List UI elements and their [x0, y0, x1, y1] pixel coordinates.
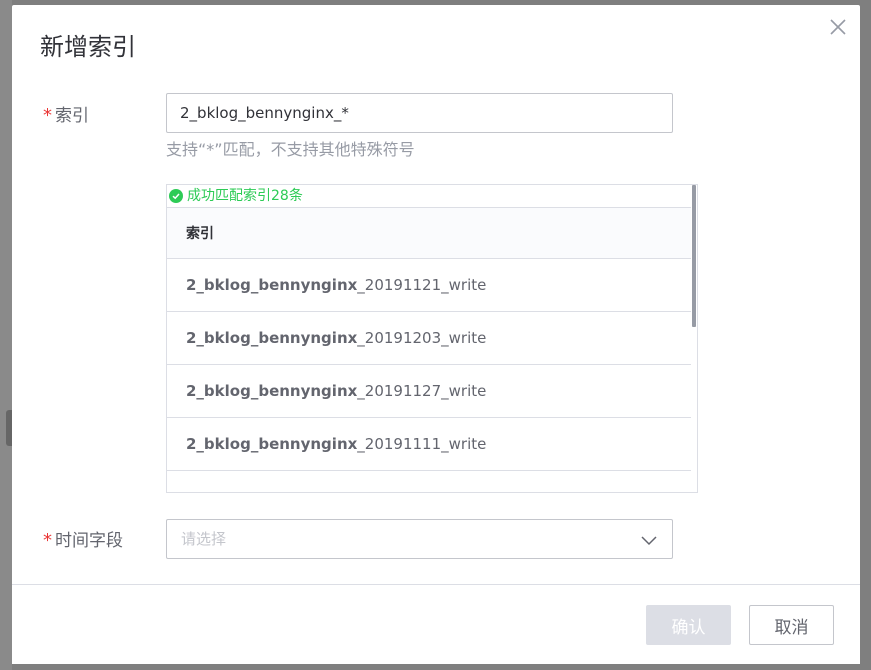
table-row: 2_bklog_bennynginx_20191203_write	[167, 312, 691, 365]
match-status-text: 成功匹配索引28条	[187, 188, 303, 204]
check-circle-icon	[169, 189, 183, 203]
match-results-box[interactable]: 成功匹配索引28条 索引 2_bklog_bennynginx_20191121…	[166, 184, 698, 493]
index-input[interactable]	[166, 93, 673, 133]
table-row: 2_bklog_bennynginx_20191111_write	[167, 418, 691, 471]
time-label-text: 时间字段	[55, 531, 123, 551]
cancel-button[interactable]: 取消	[749, 605, 834, 645]
match-status: 成功匹配索引28条	[167, 185, 697, 207]
new-index-dialog: 新增索引 *索引 支持“*”匹配，不支持其他特殊符号 成功匹配索引28条 索引 …	[12, 5, 860, 664]
close-icon[interactable]	[828, 17, 848, 37]
time-field-label: * 时间字段	[43, 526, 123, 551]
match-table: 索引 2_bklog_bennynginx_20191121_write 2_b…	[167, 207, 691, 492]
table-row: 2_bklog_bennynginx_20191121_write	[167, 259, 691, 312]
index-label-text: 索引	[55, 106, 89, 126]
index-hint: 支持“*”匹配，不支持其他特殊符号	[166, 140, 415, 159]
index-field-label: * 索引	[43, 101, 89, 126]
table-row: 2_bklog_bennynginx_20191127_write	[167, 365, 691, 418]
confirm-button[interactable]: 确认	[646, 605, 731, 645]
dialog-footer: 确认 取消	[12, 584, 860, 664]
required-mark: *	[43, 530, 52, 551]
scrollbar-thumb[interactable]	[692, 185, 696, 327]
required-mark: *	[43, 105, 52, 126]
table-header: 索引	[167, 207, 691, 259]
backdrop-left	[0, 0, 12, 670]
dialog-title: 新增索引	[40, 33, 136, 61]
time-field-select[interactable]: 请选择	[166, 519, 673, 559]
chevron-down-icon	[641, 536, 657, 546]
table-row-partial	[167, 471, 691, 492]
select-placeholder: 请选择	[181, 530, 227, 548]
